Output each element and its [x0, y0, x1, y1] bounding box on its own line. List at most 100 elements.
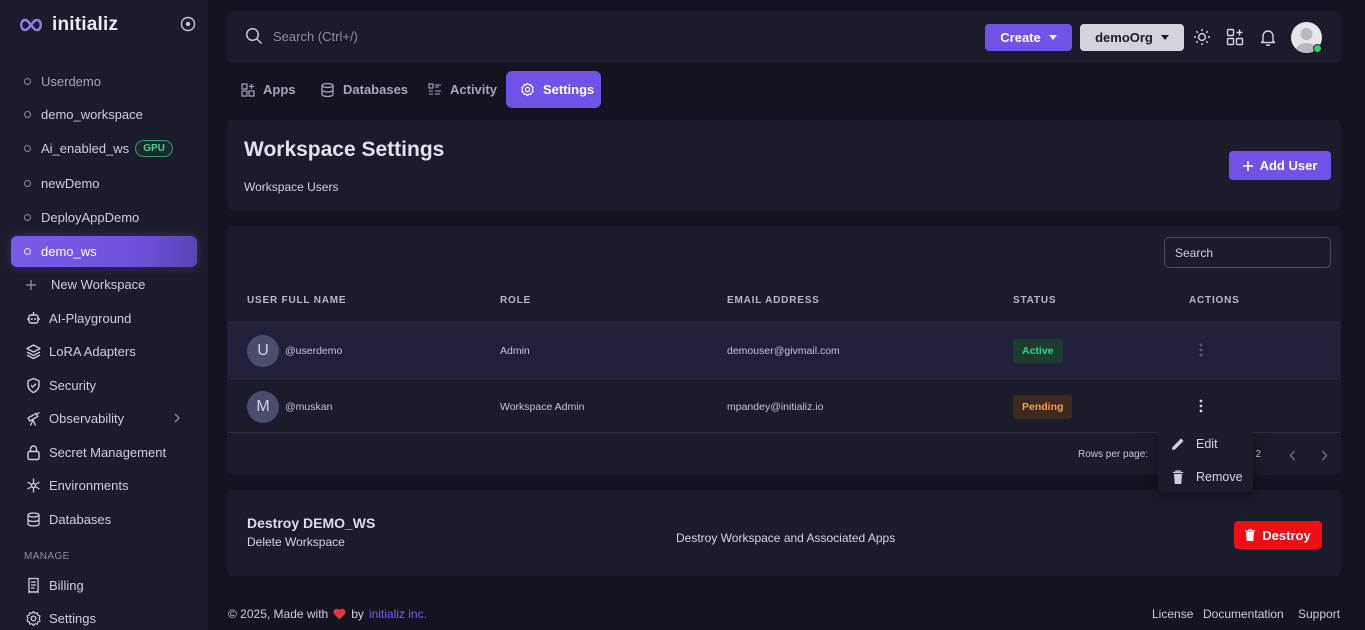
trash-icon: [1245, 529, 1256, 541]
user-role: Workspace Admin: [500, 401, 585, 413]
shield-icon: [24, 377, 42, 394]
sidebar-workspace-newdemo[interactable]: newDemo: [11, 168, 197, 199]
column-header-name[interactable]: USER FULL NAME: [247, 295, 346, 306]
database-icon: [24, 511, 42, 528]
sidebar-item-label: demo_workspace: [41, 107, 143, 122]
sidebar-item-settings[interactable]: Settings: [11, 603, 197, 630]
tab-label: Settings: [543, 82, 595, 97]
tab-activity[interactable]: Activity: [414, 71, 511, 108]
user-name: @muskan: [285, 401, 333, 413]
tab-settings[interactable]: Settings: [506, 71, 601, 108]
sidebar-item-lora-adapters[interactable]: LoRA Adapters: [11, 336, 197, 367]
row-actions-menu: Edit Remove: [1158, 428, 1253, 492]
page-title: Workspace Settings: [244, 138, 445, 161]
chevron-left-icon[interactable]: [1289, 450, 1296, 461]
table-row[interactable]: U @userdemo Admin demouser@givmail.com A…: [227, 322, 1341, 377]
circle-icon: [24, 214, 31, 221]
chevron-right-icon[interactable]: [1321, 450, 1328, 461]
footer-link-documentation[interactable]: Documentation: [1203, 607, 1284, 621]
add-user-button[interactable]: Add User: [1229, 151, 1331, 180]
column-header-role[interactable]: ROLE: [500, 295, 531, 306]
workspace-settings-header: Workspace Settings Workspace Users Add U…: [227, 120, 1341, 210]
pencil-icon: [1170, 436, 1186, 452]
tab-databases[interactable]: Databases: [306, 71, 422, 108]
search-placeholder[interactable]: Search (Ctrl+/): [273, 29, 358, 44]
lock-icon: [24, 444, 42, 461]
search-icon: [245, 27, 263, 45]
sun-icon[interactable]: [1193, 28, 1211, 46]
users-search-input[interactable]: [1164, 237, 1331, 268]
chevron-right-icon: [173, 413, 181, 423]
more-vertical-icon[interactable]: [1199, 399, 1203, 413]
infinity-logo-icon: [18, 18, 44, 32]
sidebar-item-secret-management[interactable]: Secret Management: [11, 437, 197, 468]
sidebar-item-label: Observability: [49, 411, 125, 426]
sidebar-item-label: Userdemo: [41, 74, 101, 89]
user-name: @userdemo: [285, 345, 343, 357]
create-label: Create: [1000, 30, 1041, 45]
snowflake-icon: [24, 477, 42, 494]
sidebar-new-workspace[interactable]: New Workspace: [11, 269, 197, 300]
sidebar-item-label: Secret Management: [49, 445, 167, 460]
sidebar-item-databases[interactable]: Databases: [11, 504, 197, 535]
receipt-icon: [24, 577, 42, 594]
sidebar-workspace-deployappdemo[interactable]: DeployAppDemo: [11, 202, 197, 233]
gear-icon: [520, 82, 535, 97]
menu-item-remove[interactable]: Remove: [1170, 469, 1243, 485]
destroy-subtitle: Delete Workspace: [247, 535, 345, 549]
tab-apps[interactable]: Apps: [227, 71, 310, 108]
company-link[interactable]: initializ inc.: [369, 607, 427, 621]
table-row[interactable]: M @muskan Workspace Admin mpandey@initia…: [227, 378, 1341, 433]
sidebar-item-label: Security: [49, 378, 96, 393]
column-header-status[interactable]: STATUS: [1013, 295, 1056, 306]
collapse-sidebar-icon[interactable]: [180, 16, 196, 32]
sidebar-workspace-userdemo[interactable]: Userdemo: [11, 66, 197, 97]
layers-icon: [24, 343, 42, 360]
brand-name: initializ: [52, 14, 119, 35]
heart-icon: [333, 608, 346, 620]
sidebar-item-label: LoRA Adapters: [49, 344, 136, 359]
org-selector[interactable]: demoOrg: [1080, 24, 1184, 51]
sidebar-item-observability[interactable]: Observability: [11, 403, 197, 434]
destroy-button[interactable]: Destroy: [1234, 521, 1322, 549]
status-badge: Active: [1013, 339, 1063, 363]
sidebar-workspace-demo-ws[interactable]: demo_ws: [11, 236, 197, 267]
caret-down-icon: [1048, 35, 1057, 40]
sidebar-item-ai-playground[interactable]: AI-Playground: [11, 303, 197, 334]
footer-link-support[interactable]: Support: [1298, 607, 1340, 621]
destroy-description: Destroy Workspace and Associated Apps: [676, 531, 896, 545]
circle-icon: [24, 145, 31, 152]
sidebar-workspace-demo-workspace[interactable]: demo_workspace: [11, 99, 197, 130]
user-email: mpandey@initializ.io: [727, 401, 824, 413]
column-header-email[interactable]: EMAIL ADDRESS: [727, 295, 820, 306]
sidebar-workspace-ai-enabled-ws[interactable]: Ai_enabled_ws GPU: [11, 133, 197, 164]
sidebar-item-billing[interactable]: Billing: [11, 570, 197, 601]
add-user-label: Add User: [1259, 158, 1318, 173]
sidebar-item-label: DeployAppDemo: [41, 210, 140, 225]
sidebar-item-label: Databases: [49, 512, 112, 527]
activity-list-icon: [428, 82, 442, 97]
section-manage-heading: MANAGE: [24, 551, 70, 562]
bell-icon[interactable]: [1259, 28, 1277, 46]
sidebar-item-label: Environments: [49, 478, 129, 493]
more-vertical-icon[interactable]: [1199, 343, 1203, 357]
org-label: demoOrg: [1095, 30, 1153, 45]
menu-item-label: Edit: [1196, 437, 1218, 451]
sidebar: initializ Userdemo demo_workspace Ai_ena…: [0, 0, 208, 630]
brand-logo[interactable]: initializ: [18, 14, 118, 36]
apps-grid-icon[interactable]: [1226, 28, 1244, 46]
copyright-text: © 2025, Made with: [228, 607, 329, 621]
sidebar-item-label: New Workspace: [51, 277, 146, 292]
menu-item-edit[interactable]: Edit: [1170, 436, 1218, 452]
global-search[interactable]: Search (Ctrl+/): [245, 27, 358, 45]
top-bar: Search (Ctrl+/) Create demoOrg: [227, 11, 1341, 63]
page-subtitle: Workspace Users: [244, 180, 339, 194]
sidebar-item-security[interactable]: Security: [11, 370, 197, 401]
gpu-badge: GPU: [135, 140, 173, 157]
ai-playground-icon: [24, 310, 42, 327]
create-button[interactable]: Create: [985, 24, 1072, 51]
sidebar-item-environments[interactable]: Environments: [11, 470, 197, 501]
tab-label: Apps: [263, 82, 296, 97]
footer-copyright: © 2025, Made with by initializ inc.: [228, 607, 427, 621]
footer-link-license[interactable]: License: [1152, 607, 1193, 621]
